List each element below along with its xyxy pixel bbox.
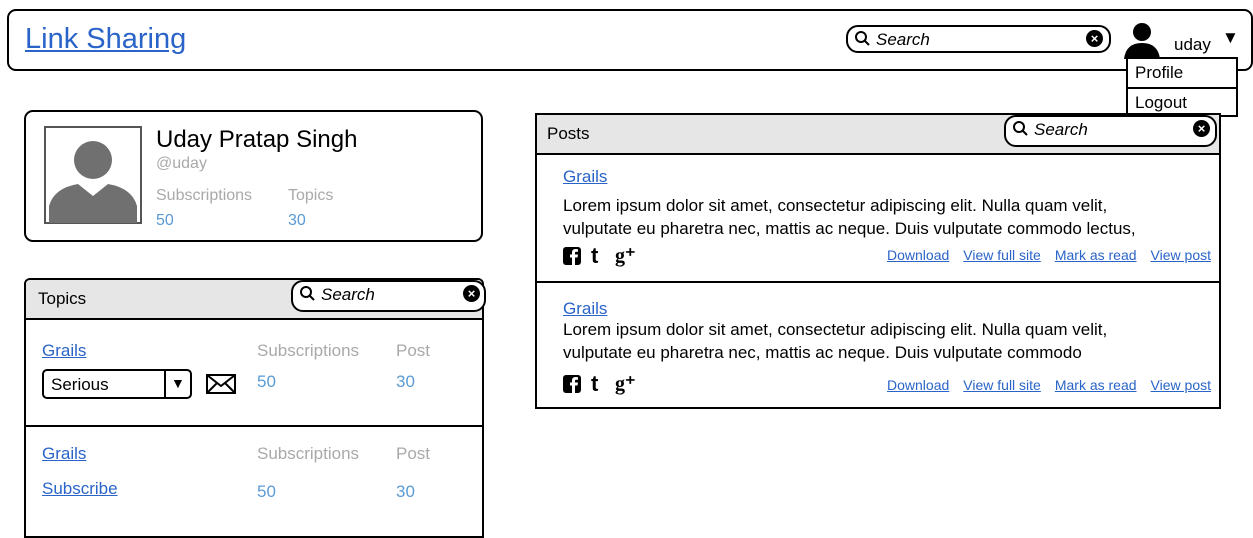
post-count: 30 (396, 482, 415, 501)
google-plus-icon[interactable]: g⁺ (615, 243, 636, 268)
subscriptions-count: 50 (257, 372, 276, 391)
topics-panel: Topics Search × Grails Serious ▼ Subscri… (24, 278, 486, 538)
subscriptions-count: 50 (257, 482, 276, 501)
view-full-site-link[interactable]: View full site (963, 247, 1041, 263)
post-text-line: vulputate eu pharetra nec, mattis ac neq… (563, 343, 1082, 362)
subscriptions-label: Subscriptions (257, 444, 360, 463)
select-divider (164, 371, 166, 397)
posts-search-box[interactable]: Search × (1004, 115, 1217, 147)
post-actions: Download View full site Mark as read View p… (873, 377, 1211, 393)
post-topic-link[interactable]: Grails (563, 299, 607, 319)
subscriptions-count[interactable]: 50 (156, 212, 174, 230)
seriousness-value: Serious (51, 375, 109, 394)
post-actions: Download View full site Mark as read View p… (873, 247, 1211, 263)
topics-label: Topics (288, 187, 334, 204)
clear-icon[interactable]: × (1086, 30, 1103, 47)
seriousness-select[interactable]: Serious ▼ (42, 369, 192, 399)
topics-panel-title: Topics (38, 289, 87, 308)
post-topic-link[interactable]: Grails (563, 167, 607, 187)
view-post-link[interactable]: View post (1151, 377, 1211, 393)
post-text-line: vulputate eu pharetra nec, mattis ac neq… (563, 219, 1136, 238)
post-label: Post (396, 444, 431, 463)
clear-icon[interactable]: × (1193, 120, 1210, 137)
subscriptions-label: Subscriptions (156, 187, 253, 204)
avatar (44, 126, 142, 224)
search-icon (1013, 121, 1028, 136)
posts-search-placeholder: Search (1034, 120, 1088, 139)
header-search-placeholder: Search (876, 30, 930, 49)
post-text-line: Lorem ipsum dolor sit amet, consectetur … (563, 196, 1108, 215)
topic-name-link[interactable]: Grails (42, 341, 86, 361)
post-item: Grails Lorem ipsum dolor sit amet, conse… (537, 155, 1219, 281)
username-label[interactable]: uday (1174, 35, 1211, 55)
facebook-icon[interactable] (563, 375, 581, 393)
post-count: 30 (396, 372, 415, 391)
topics-search-placeholder: Search (321, 285, 375, 304)
posts-panel-title: Posts (547, 124, 590, 143)
post-label: Post (396, 341, 431, 360)
view-full-site-link[interactable]: View full site (963, 377, 1041, 393)
download-link[interactable]: Download (887, 247, 949, 263)
mark-as-read-link[interactable]: Mark as read (1055, 377, 1137, 393)
facebook-icon[interactable] (563, 247, 581, 265)
user-dropdown-menu: Profile Logout (1126, 57, 1238, 117)
topic-row: Grails Serious ▼ Subscriptions Post 50 3… (26, 320, 482, 425)
mail-icon[interactable] (206, 374, 236, 394)
topic-row: Grails Subscribe Subscriptions Post 50 3… (26, 427, 482, 527)
view-post-link[interactable]: View post (1151, 247, 1211, 263)
post-item: Grails Lorem ipsum dolor sit amet, conse… (537, 283, 1219, 407)
download-link[interactable]: Download (887, 377, 949, 393)
search-icon (855, 31, 870, 46)
search-icon (300, 286, 315, 301)
posts-panel: Posts Search × Grails Lorem ipsum dolor … (535, 113, 1221, 409)
topic-name-link[interactable]: Grails (42, 444, 86, 464)
topics-search-box[interactable]: Search × (291, 280, 486, 312)
chevron-down-icon: ▼ (171, 375, 185, 391)
user-icon[interactable] (1122, 21, 1162, 59)
twitter-icon[interactable]: t (591, 371, 598, 397)
post-text-line: Lorem ipsum dolor sit amet, consectetur … (563, 320, 1108, 339)
mark-as-read-link[interactable]: Mark as read (1055, 247, 1137, 263)
header-search-box[interactable]: Search × (846, 25, 1111, 53)
subscriptions-label: Subscriptions (257, 341, 360, 360)
app-title-link[interactable]: Link Sharing (25, 23, 186, 56)
profile-handle: @uday (156, 155, 207, 172)
clear-icon[interactable]: × (463, 285, 480, 302)
twitter-icon[interactable]: t (591, 243, 598, 269)
google-plus-icon[interactable]: g⁺ (615, 371, 636, 396)
topics-count[interactable]: 30 (288, 212, 306, 230)
profile-name: Uday Pratap Singh (156, 126, 358, 153)
menu-item-profile[interactable]: Profile (1128, 59, 1236, 87)
profile-card: Uday Pratap Singh @uday Subscriptions To… (24, 110, 483, 242)
subscribe-link[interactable]: Subscribe (42, 479, 118, 499)
chevron-down-icon[interactable]: ▼ (1222, 28, 1239, 48)
